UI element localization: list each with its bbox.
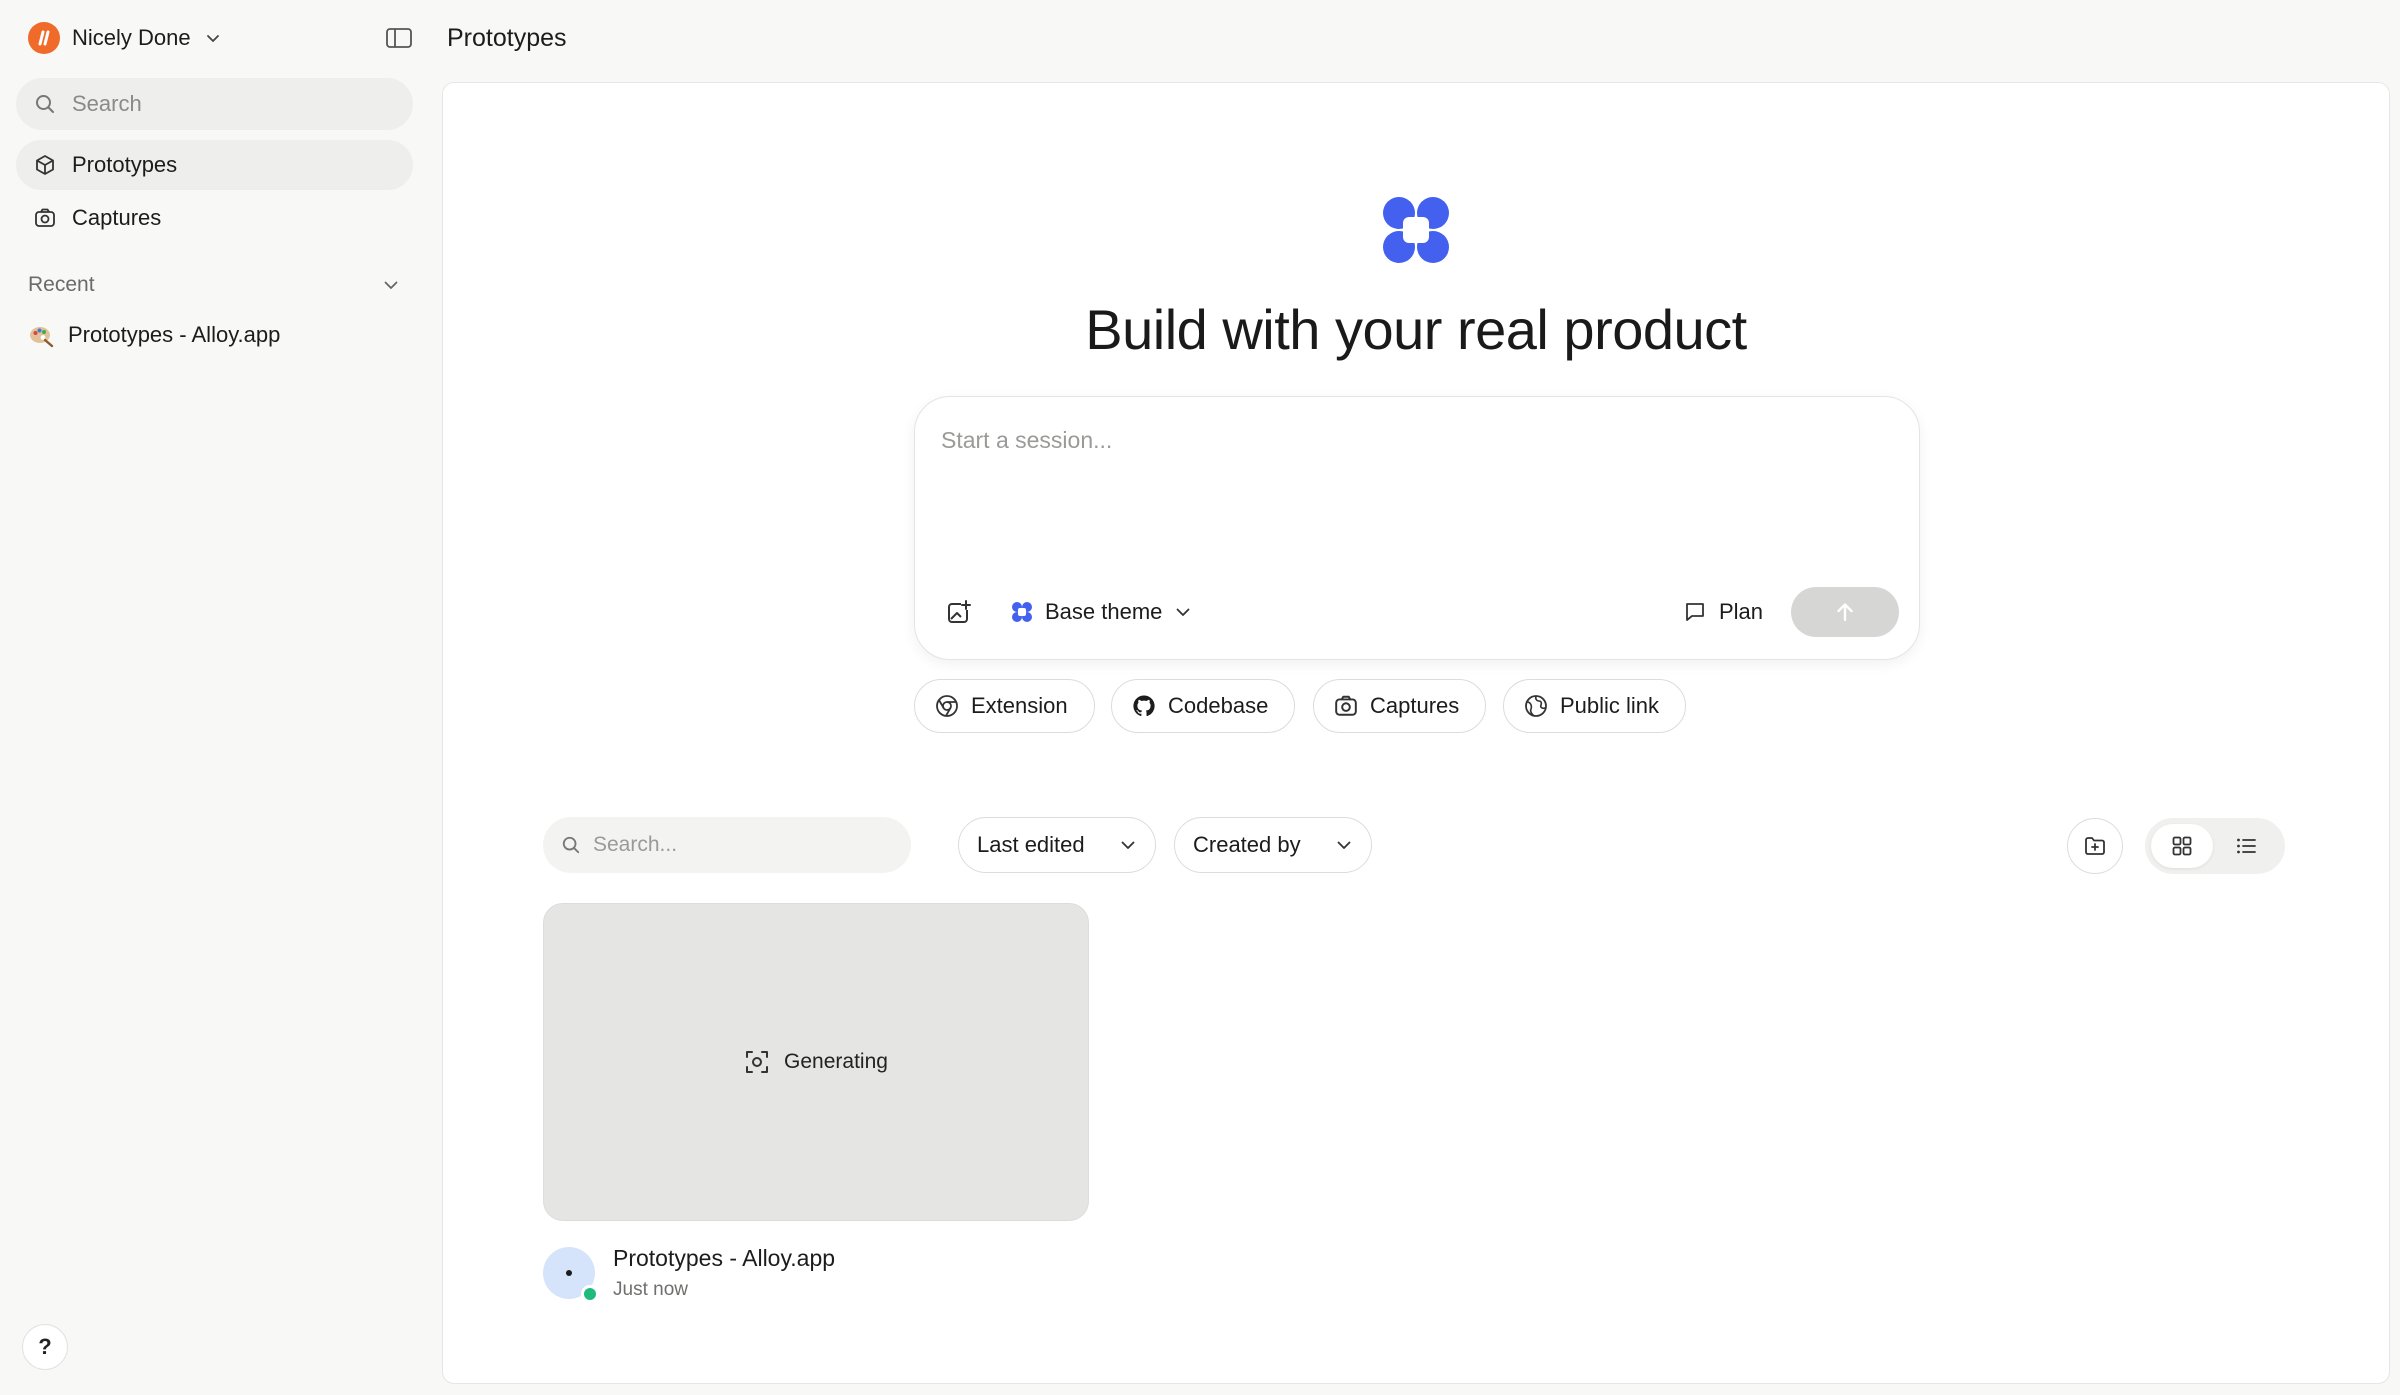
grid-icon [2171,835,2193,857]
prototype-search-input[interactable] [593,833,893,857]
sidebar-item-label: Captures [72,205,162,230]
sidebar-search[interactable] [16,78,413,130]
view-mode-toggle [2145,818,2285,874]
chip-label: Codebase [1168,693,1269,718]
theme-logo-icon [1011,601,1033,623]
search-icon [34,93,56,115]
chevron-down-icon [1335,836,1353,854]
chip-label: Public link [1560,693,1660,718]
chevron-down-icon [205,30,221,46]
send-button[interactable] [1791,587,1899,637]
chevron-down-icon [382,276,400,294]
grid-view-button[interactable] [2151,824,2213,868]
prototype-card-thumbnail[interactable]: Generating [543,903,1089,1221]
sidebar-item-label: Prototypes [72,152,178,177]
plan-button[interactable]: Plan [1683,597,1763,627]
list-view-button[interactable] [2215,824,2277,868]
new-folder-button[interactable] [2067,818,2123,874]
globe-icon [1524,694,1548,718]
sidebar-toggle-icon[interactable] [384,26,414,50]
palette-icon [28,322,54,348]
sidebar-item-prototypes[interactable]: Prototypes [16,140,413,190]
sidebar: Nicely Done Prototypes Captures Recent [0,0,428,1395]
plan-label: Plan [1719,599,1764,624]
attach-image-icon[interactable] [945,598,973,626]
recent-item[interactable]: Prototypes - Alloy.app [28,318,280,352]
sidebar-search-input[interactable] [72,91,372,117]
cube-icon [34,154,56,176]
chevron-down-icon [1174,603,1192,621]
workspace-logo [28,22,60,54]
online-status-indicator [581,1285,599,1303]
camera-icon [1334,694,1358,718]
sort-dropdown-label: Last edited [977,832,1085,857]
scan-icon [744,1049,770,1075]
theme-select[interactable]: Base theme [1011,597,1192,627]
card-timestamp: Just now [613,1279,688,1300]
recent-item-label: Prototypes - Alloy.app [68,322,281,347]
recent-section-toggle[interactable]: Recent [28,270,400,300]
folder-plus-icon [2083,834,2107,858]
github-icon [1132,694,1156,718]
search-icon [561,835,581,855]
captures-chip[interactable]: Captures [1313,679,1487,733]
theme-select-label: Base theme [1045,599,1163,624]
public-link-chip[interactable]: Public link [1503,679,1687,733]
chevron-down-icon [1119,836,1137,854]
chrome-icon [935,694,959,718]
page-title: Prototypes [447,24,567,52]
sidebar-item-captures[interactable]: Captures [16,193,413,243]
created-by-dropdown[interactable]: Created by [1174,817,1372,873]
workspace-name: Nicely Done [72,25,191,50]
main-panel: Build with your real product Base theme [442,82,2390,1384]
card-title[interactable]: Prototypes - Alloy.app [613,1245,835,1272]
chip-label: Captures [1370,693,1460,718]
list-icon [2235,835,2257,857]
card-status-label: Generating [784,1050,888,1073]
sort-dropdown[interactable]: Last edited [958,817,1156,873]
prompt-input[interactable] [941,427,1881,517]
help-button[interactable]: ? [22,1324,68,1370]
chip-label: Extension [971,693,1068,718]
prompt-composer: Base theme Plan [914,396,1920,660]
extension-chip[interactable]: Extension [914,679,1095,733]
avatar-dot [566,1270,572,1276]
workspace-switcher[interactable]: Nicely Done [28,22,221,54]
codebase-chip[interactable]: Codebase [1111,679,1296,733]
brand-logo-icon [1381,195,1451,265]
created-by-dropdown-label: Created by [1193,832,1301,857]
recent-label: Recent [28,273,95,296]
hero-title: Build with your real product [1085,298,1747,361]
prototype-search[interactable] [543,817,911,873]
camera-icon [34,207,56,229]
comment-icon [1683,600,1707,624]
arrow-up-icon [1834,601,1856,623]
